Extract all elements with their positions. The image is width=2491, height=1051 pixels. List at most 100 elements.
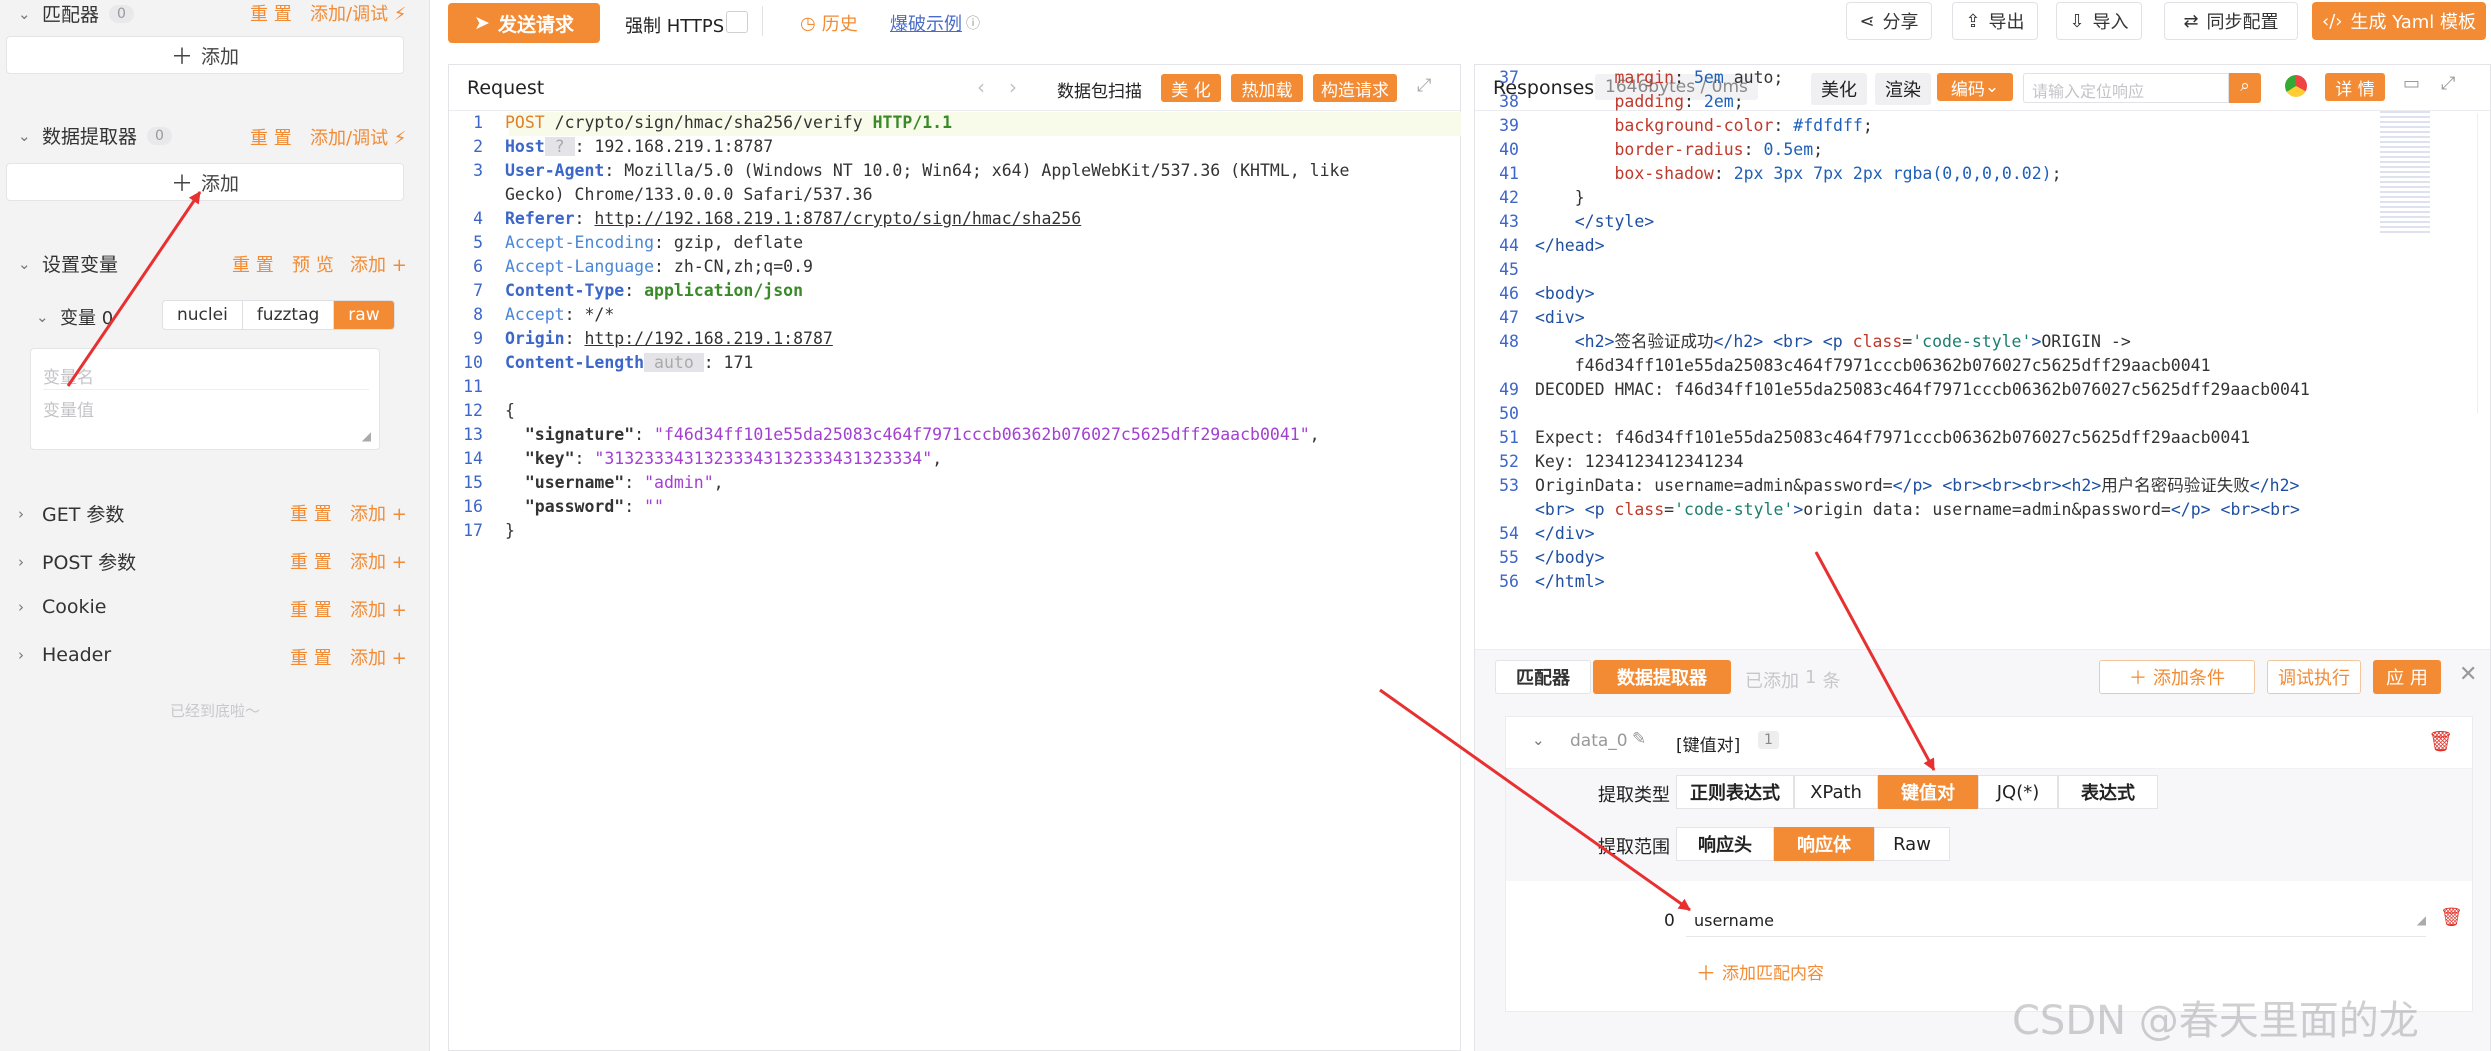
line-number: 14 xyxy=(463,449,483,468)
trash-icon[interactable]: 🗑 xyxy=(2428,729,2453,753)
force-https-checkbox[interactable] xyxy=(726,11,748,33)
code-token: : xyxy=(574,209,595,228)
type-jq[interactable]: JQ(*) xyxy=(1978,775,2058,809)
code-token: 'code-style' xyxy=(1674,500,1794,519)
import-button[interactable]: ⇩ 导入 xyxy=(2056,2,2142,40)
line-number: 6 xyxy=(473,257,483,276)
type-expression[interactable]: 表达式 xyxy=(2058,775,2158,809)
matcher-reset-button[interactable]: 重 置 xyxy=(250,0,292,26)
next-arrow-icon[interactable]: › xyxy=(1009,75,1017,99)
add-match-content-button[interactable]: ＋ 添加匹配内容 xyxy=(1696,957,1824,986)
example-link[interactable]: 爆破示例 ⓘ xyxy=(890,10,980,36)
send-request-button[interactable]: ➤ 发送请求 xyxy=(448,3,600,43)
history-button[interactable]: ◷ 历史 xyxy=(800,10,858,36)
trash-icon[interactable]: 🗑 xyxy=(2440,907,2463,928)
type-regex[interactable]: 正则表达式 xyxy=(1676,775,1794,809)
hot-load-button[interactable]: 热加载 xyxy=(1231,74,1303,102)
line-number: 7 xyxy=(473,281,483,300)
code-token: <h2> xyxy=(1574,332,1615,351)
fullscreen-icon[interactable]: ⤢ xyxy=(2441,73,2455,94)
variable-value-input[interactable]: 变量值 xyxy=(43,396,94,421)
encoding-select[interactable]: 编码 ⌄ xyxy=(1937,73,2013,101)
type-key-value[interactable]: 键值对 xyxy=(1878,775,1978,809)
search-icon[interactable]: ⌕ xyxy=(2229,73,2261,103)
cookie-reset-button[interactable]: 重 置 xyxy=(290,596,332,622)
chrome-icon[interactable] xyxy=(2285,75,2307,97)
add-condition-button[interactable]: ＋添加条件 xyxy=(2099,660,2255,694)
apply-button[interactable]: 应 用 xyxy=(2373,660,2441,694)
help-icon: ⓘ xyxy=(966,16,980,32)
tab-matcher[interactable]: 匹配器 xyxy=(1495,660,1591,694)
chevron-down-icon[interactable]: ⌄ xyxy=(1532,731,1545,749)
code-token: </h2> xyxy=(2249,476,2300,495)
response-beautify-button[interactable]: 美化 xyxy=(1811,73,1867,105)
code-line: Key: 1234123412341234 xyxy=(1535,450,1744,474)
csdn-watermark: CSDN @春天里面的龙 xyxy=(2012,998,2419,1044)
variable-mode-switch[interactable]: nuclei fuzztag raw xyxy=(162,300,395,330)
set-vars-preview-button[interactable]: 预 览 xyxy=(292,251,334,277)
code-line: Expect: f46d34ff101e55da25083c464f7971cc… xyxy=(1535,426,2250,450)
code-icon: ‹/› xyxy=(2322,10,2343,32)
cookie-add-button[interactable]: 添加 + xyxy=(350,596,407,622)
response-detail-button[interactable]: 详 情 xyxy=(2325,73,2385,101)
match-row-input[interactable]: username ◢ xyxy=(1686,897,2426,937)
mode-fuzztag[interactable]: fuzztag xyxy=(242,301,335,329)
debug-run-button[interactable]: 调试执行 xyxy=(2267,660,2361,694)
code-token: } xyxy=(505,521,515,540)
code-token: : xyxy=(1713,164,1734,183)
post-params-section[interactable]: › POST 参数 xyxy=(18,548,136,575)
scope-response-header[interactable]: 响应头 xyxy=(1676,827,1774,861)
response-render-button[interactable]: 渲染 xyxy=(1875,73,1931,105)
code-line: Host ? : 192.168.219.1:8787 xyxy=(505,135,773,159)
beautify-button[interactable]: 美 化 xyxy=(1161,74,1221,102)
edit-icon[interactable]: ✎ xyxy=(1632,729,1646,749)
post-params-add-button[interactable]: 添加 + xyxy=(350,548,407,574)
close-icon[interactable]: ✕ xyxy=(2459,662,2477,687)
force-https-label: 强制 HTTPS xyxy=(625,16,725,37)
cookie-section[interactable]: › Cookie xyxy=(18,596,107,618)
extractor-reset-button[interactable]: 重 置 xyxy=(250,124,292,150)
extractor-add-debug-button[interactable]: 添加/调试 ⚡ xyxy=(310,124,406,150)
header-add-button[interactable]: 添加 + xyxy=(350,644,407,670)
matcher-section-title[interactable]: ⌄ 匹配器 0 xyxy=(18,0,134,27)
scrollbar[interactable] xyxy=(2477,113,2485,413)
code-token: margin xyxy=(1535,68,1675,87)
type-xpath[interactable]: XPath xyxy=(1794,775,1878,809)
prev-arrow-icon[interactable]: ‹ xyxy=(977,75,985,99)
share-button[interactable]: ⋖ 分享 xyxy=(1846,2,1932,40)
matcher-add-debug-button[interactable]: 添加/调试 ⚡ xyxy=(310,0,406,26)
mode-nuclei[interactable]: nuclei xyxy=(163,301,243,329)
matcher-add-button[interactable]: ＋ 添加 xyxy=(6,36,404,74)
locate-response-input[interactable]: 请输入定位响应 xyxy=(2023,73,2229,103)
packet-scan-button[interactable]: 数据包扫描 xyxy=(1057,77,1142,102)
extractor-card-header[interactable]: ⌄ data_0 ✎ [键值对] 1 🗑 xyxy=(1506,717,2472,769)
get-params-add-button[interactable]: 添加 + xyxy=(350,500,407,526)
get-params-reset-button[interactable]: 重 置 xyxy=(290,500,332,526)
extractor-add-button[interactable]: ＋ 添加 xyxy=(6,163,404,201)
variable-0-title[interactable]: ⌄ 变量 0 xyxy=(36,304,113,330)
generate-yaml-button[interactable]: ‹/› 生成 Yaml 模板 xyxy=(2312,2,2486,40)
line-number: 45 xyxy=(1499,260,1519,279)
get-params-section[interactable]: › GET 参数 xyxy=(18,500,124,527)
resize-handle-icon[interactable]: ◢ xyxy=(362,429,371,443)
fullscreen-icon[interactable]: ⤢ xyxy=(1417,75,1431,96)
export-button[interactable]: ⇪ 导出 xyxy=(1952,2,2038,40)
comment-icon[interactable]: ▭ xyxy=(2403,73,2420,94)
scope-response-body[interactable]: 响应体 xyxy=(1774,827,1874,861)
construct-request-button[interactable]: 构造请求 xyxy=(1313,74,1397,102)
resize-handle-icon[interactable]: ◢ xyxy=(2417,913,2426,927)
line-number: 11 xyxy=(463,377,483,396)
set-vars-reset-button[interactable]: 重 置 xyxy=(232,251,274,277)
set-vars-section-title[interactable]: ⌄ 设置变量 xyxy=(18,250,118,277)
variable-name-input[interactable]: 变量名 xyxy=(43,363,94,388)
header-section[interactable]: › Header xyxy=(18,644,111,666)
minimap[interactable] xyxy=(2380,111,2430,235)
header-reset-button[interactable]: 重 置 xyxy=(290,644,332,670)
set-vars-add-button[interactable]: 添加 + xyxy=(350,251,407,277)
tab-extractor[interactable]: 数据提取器 xyxy=(1593,660,1731,694)
sync-config-button[interactable]: ⇄ 同步配置 xyxy=(2164,2,2298,40)
post-params-reset-button[interactable]: 重 置 xyxy=(290,548,332,574)
extractor-section-title[interactable]: ⌄ 数据提取器 0 xyxy=(18,122,172,149)
scope-raw[interactable]: Raw xyxy=(1874,827,1950,861)
mode-raw[interactable]: raw xyxy=(334,301,394,329)
